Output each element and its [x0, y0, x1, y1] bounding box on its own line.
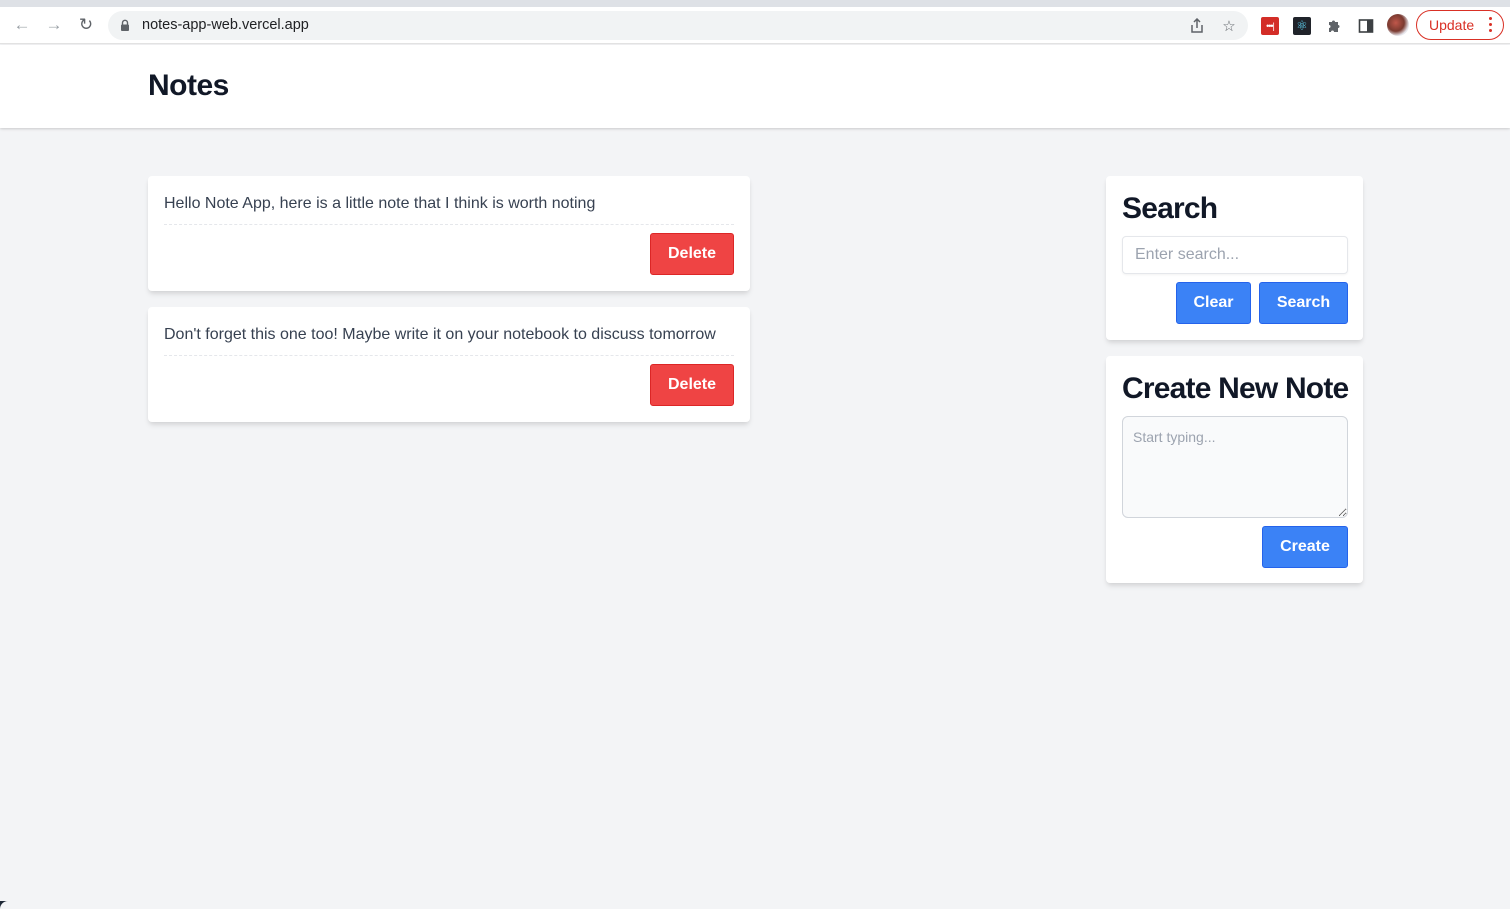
reload-icon: ↻ — [78, 15, 94, 34]
update-label: Update — [1429, 17, 1475, 33]
window-corner — [0, 901, 16, 909]
page-title: Notes — [148, 69, 229, 102]
bookmark-button[interactable]: ☆ — [1220, 17, 1238, 35]
app-header: Notes — [0, 45, 1510, 128]
side-panel-icon — [1358, 19, 1374, 33]
share-icon — [1191, 18, 1203, 33]
lock-icon — [121, 19, 129, 31]
tab-strip — [0, 0, 1510, 7]
create-note-panel: Create New Note Create — [1106, 356, 1363, 583]
note-divider — [164, 224, 734, 225]
side-panel-button[interactable] — [1357, 17, 1375, 35]
active-tab[interactable] — [0, 0, 1228, 7]
create-button[interactable]: Create — [1262, 526, 1348, 568]
update-button[interactable]: Update — [1416, 10, 1504, 40]
address-bar[interactable]: notes-app-web.vercel.app ☆ — [108, 11, 1248, 40]
search-title: Search — [1122, 192, 1218, 225]
arrow-left-icon: ← — [13, 15, 31, 34]
share-button[interactable] — [1188, 17, 1206, 35]
reload-button[interactable]: ↻ — [74, 13, 98, 37]
forward-button[interactable]: → — [42, 13, 66, 37]
note-card: Don't forget this one too! Maybe write i… — [148, 307, 750, 422]
lastpass-extension[interactable]: •••| — [1261, 17, 1279, 35]
note-text: Don't forget this one too! Maybe write i… — [164, 326, 716, 343]
arrow-right-icon: → — [45, 15, 63, 34]
url-text[interactable]: notes-app-web.vercel.app — [142, 17, 309, 33]
clear-button[interactable]: Clear — [1176, 282, 1251, 324]
react-devtools-icon: ⚛ — [1296, 18, 1308, 33]
avatar[interactable] — [1387, 14, 1409, 36]
note-card: Hello Note App, here is a little note th… — [148, 176, 750, 291]
react-devtools-extension[interactable]: ⚛ — [1293, 17, 1311, 35]
back-button[interactable]: ← — [10, 13, 34, 37]
extensions-button[interactable] — [1325, 17, 1343, 35]
note-text: Hello Note App, here is a little note th… — [164, 195, 596, 212]
note-divider — [164, 355, 734, 356]
search-panel: Search Clear Search — [1106, 176, 1363, 340]
create-note-title: Create New Note — [1122, 372, 1349, 405]
delete-note-button[interactable]: Delete — [650, 364, 734, 406]
new-note-textarea[interactable] — [1122, 416, 1348, 518]
lastpass-icon: •••| — [1266, 21, 1275, 31]
search-button[interactable]: Search — [1259, 282, 1348, 324]
search-input[interactable] — [1122, 236, 1348, 274]
kebab-menu-icon — [1489, 17, 1493, 32]
browser-toolbar: ← → ↻ notes-app-web.vercel.app ☆ •••| ⚛ — [0, 7, 1510, 44]
star-icon: ☆ — [1222, 18, 1236, 35]
tab-strip-right — [1282, 0, 1510, 7]
delete-note-button[interactable]: Delete — [650, 233, 734, 275]
puzzle-icon — [1329, 20, 1340, 32]
